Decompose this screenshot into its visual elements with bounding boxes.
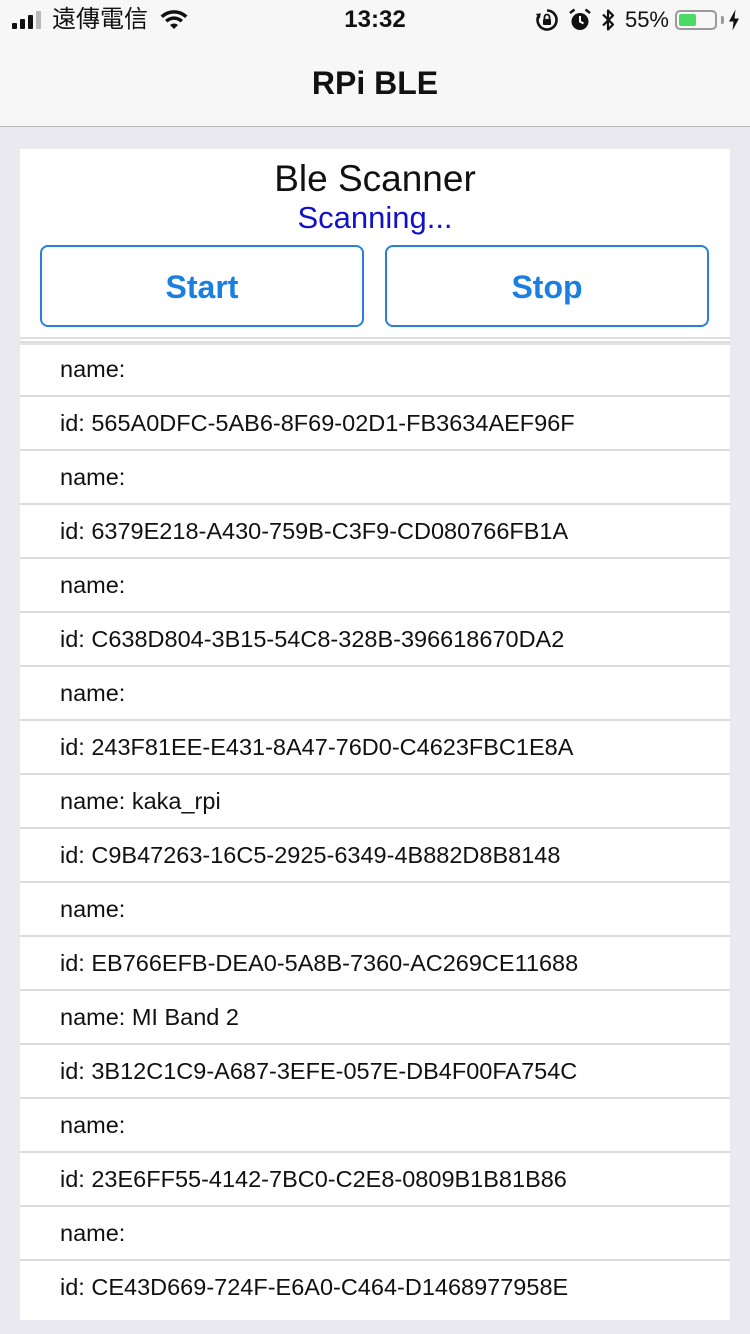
- scanner-card: Ble Scanner Start Stop: [20, 149, 730, 337]
- device-name-row[interactable]: name:: [20, 1207, 730, 1261]
- device-name-row[interactable]: name:: [20, 667, 730, 721]
- device-list[interactable]: name: id: 565A0DFC-5AB6-8F69-02D1-FB3634A…: [20, 337, 730, 1320]
- device-name-row[interactable]: name:: [20, 451, 730, 505]
- device-id-row[interactable]: id: 3B12C1C9-A687-3EFE-057E-DB4F00FA754C: [20, 1045, 730, 1099]
- bluetooth-icon: [601, 8, 615, 32]
- device-name-row[interactable]: name:: [20, 883, 730, 937]
- battery-percent: 55%: [624, 7, 669, 32]
- charging-icon: [728, 9, 740, 31]
- device-name-row[interactable]: name:: [20, 559, 730, 613]
- scan-status: Scanning...: [297, 200, 453, 235]
- device-name-row[interactable]: name:: [20, 343, 730, 397]
- device-id-row[interactable]: id: CE43D669-724F-E6A0-C464-D1468977958E: [20, 1261, 730, 1315]
- device-name-row[interactable]: name:: [20, 1099, 730, 1153]
- device-name-row[interactable]: name: kaka_rpi: [20, 775, 730, 829]
- status-right: 55%: [535, 6, 740, 34]
- device-id-row[interactable]: id: 6379E218-A430-759B-C3F9-CD080766FB1A: [20, 505, 730, 559]
- navigation-bar: RPi BLE: [0, 40, 750, 127]
- device-name-row[interactable]: name: MI Band 2: [20, 991, 730, 1045]
- status-bar: 遠傳電信 13:32 55%: [0, 0, 750, 40]
- device-id-row[interactable]: id: 23E6FF55-4142-7BC0-C2E8-0809B1B81B86: [20, 1153, 730, 1207]
- page-title: RPi BLE: [311, 65, 439, 101]
- device-id-row[interactable]: id: 565A0DFC-5AB6-8F69-02D1-FB3634AEF96F: [20, 397, 730, 451]
- battery-level: [679, 14, 696, 26]
- device-id-row[interactable]: id: 243F81EE-E431-8A47-76D0-C4623FBC1E8A: [20, 721, 730, 775]
- battery-nub: [721, 16, 724, 24]
- rotation-lock-icon: [535, 8, 559, 32]
- device-id-row[interactable]: id: C638D804-3B15-54C8-328B-396618670DA2: [20, 613, 730, 667]
- alarm-icon: [569, 8, 591, 32]
- device-id-row[interactable]: id: EB766EFB-DEA0-5A8B-7360-AC269CE11688: [20, 937, 730, 991]
- stop-button[interactable]: Stop: [385, 245, 709, 327]
- scanner-title: Ble Scanner: [274, 158, 476, 199]
- device-id-row[interactable]: id: C9B47263-16C5-2925-6349-4B882D8B8148: [20, 829, 730, 883]
- battery-icon: [675, 10, 717, 30]
- start-button[interactable]: Start: [40, 245, 364, 327]
